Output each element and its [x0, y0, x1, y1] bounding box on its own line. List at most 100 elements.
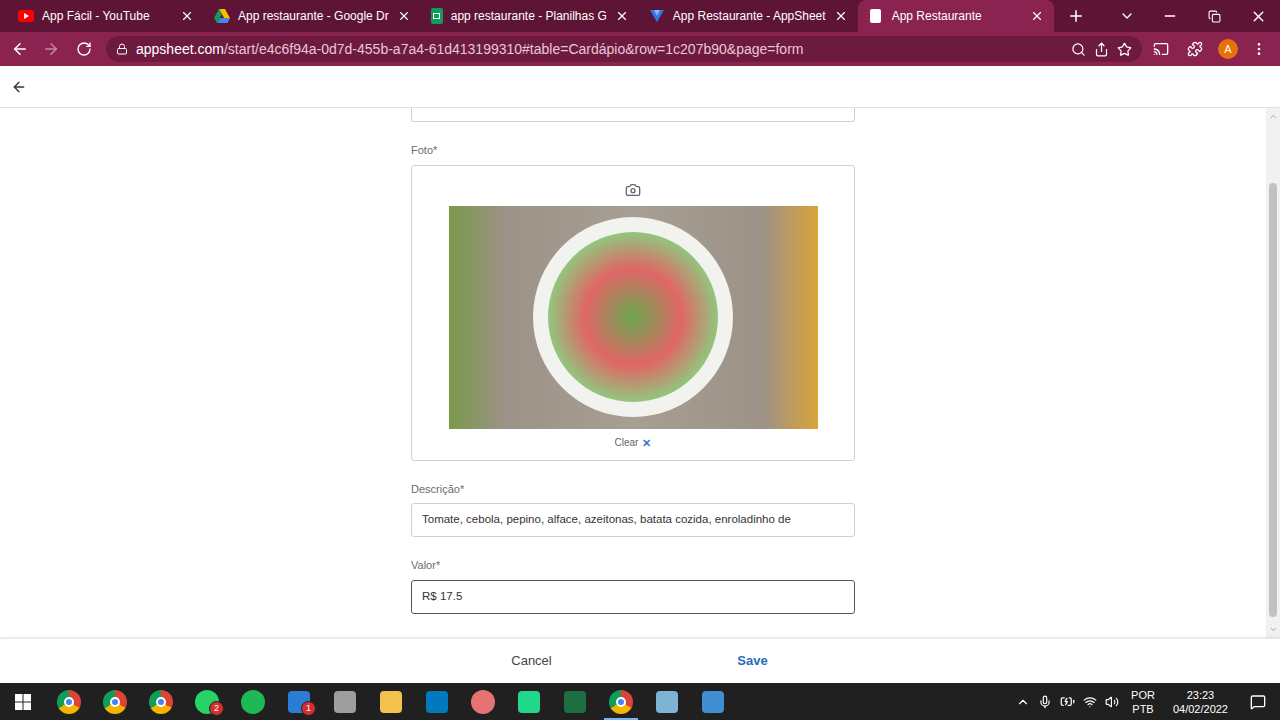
- field-value: R$ 17.5: [422, 588, 462, 605]
- drive-icon: [214, 8, 230, 24]
- badge: 2: [209, 701, 224, 716]
- tab-label: App restaurante - Google Dr: [238, 7, 389, 25]
- app-icon: [334, 691, 356, 713]
- field-input[interactable]: [411, 108, 855, 122]
- field-label: Descrição*: [411, 481, 855, 498]
- field-label: Valor*: [411, 557, 855, 574]
- minimize-button[interactable]: [1148, 8, 1192, 24]
- app-icon: [518, 691, 540, 713]
- taskbar-app[interactable]: [46, 683, 92, 720]
- lock-icon: [116, 43, 128, 55]
- taskbar-app[interactable]: [690, 683, 736, 720]
- sheets-icon: [431, 8, 443, 24]
- language-indicator[interactable]: PORPTB: [1127, 688, 1159, 716]
- tray-expand-icon[interactable]: [1016, 695, 1030, 709]
- close-icon[interactable]: [615, 9, 629, 23]
- extensions-icon[interactable]: [1187, 41, 1203, 57]
- app-header: [0, 66, 1280, 108]
- back-icon[interactable]: [11, 40, 29, 58]
- browser-tab[interactable]: App Restaurante - AppSheet: [639, 0, 858, 32]
- scrollbar[interactable]: [1266, 108, 1280, 638]
- browser-tab[interactable]: App restaurante - Google Dr: [204, 0, 421, 32]
- taskbar-app[interactable]: [322, 683, 368, 720]
- appsheet-icon: [649, 8, 665, 24]
- taskbar-app[interactable]: [92, 683, 138, 720]
- volume-icon[interactable]: [1105, 695, 1119, 709]
- url: appsheet.com/start/e4c6f94a-0d7d-455b-a7…: [136, 39, 1063, 60]
- restore-button[interactable]: [1192, 10, 1236, 23]
- reload-icon[interactable]: [76, 41, 92, 57]
- star-icon[interactable]: [1117, 42, 1132, 57]
- youtube-icon: [18, 10, 34, 22]
- browser-tab[interactable]: App Fácil - YouTube: [8, 0, 204, 32]
- taskbar-app[interactable]: 1: [276, 683, 322, 720]
- taskbar-app[interactable]: [644, 683, 690, 720]
- plus-icon: [1067, 7, 1085, 25]
- back-icon[interactable]: [11, 79, 27, 95]
- app-icon: [241, 690, 265, 714]
- tab-label: App Fácil - YouTube: [42, 7, 172, 25]
- taskbar-app[interactable]: [230, 683, 276, 720]
- browser-tab[interactable]: App Restaurante: [858, 0, 1054, 32]
- chrome-icon: [609, 690, 633, 714]
- taskbar-app[interactable]: [598, 683, 644, 720]
- taskbar-app[interactable]: 2: [184, 683, 230, 720]
- new-tab-button[interactable]: [1062, 0, 1090, 32]
- tab-search-button[interactable]: [1106, 8, 1148, 24]
- close-icon[interactable]: [834, 9, 848, 23]
- share-icon[interactable]: [1094, 42, 1109, 57]
- taskbar: 2 1 PORPTB 23:2304/02/2022: [0, 683, 1280, 720]
- close-icon[interactable]: [1030, 9, 1044, 23]
- taskbar-app[interactable]: [368, 683, 414, 720]
- field-input[interactable]: Tomate, cebola, pepino, alface, azeitona…: [411, 503, 855, 537]
- save-button[interactable]: Save: [642, 645, 863, 677]
- scroll-thumb[interactable]: [1269, 183, 1277, 617]
- profile-avatar[interactable]: A: [1218, 39, 1238, 59]
- tab-label: app restaurante - Planilhas G: [451, 7, 607, 25]
- chrome-icon: [57, 690, 81, 714]
- taskbar-app[interactable]: [552, 683, 598, 720]
- start-button[interactable]: [0, 683, 46, 720]
- zoom-icon[interactable]: [1071, 42, 1086, 57]
- active-indicator: [604, 718, 638, 720]
- field-value: Tomate, cebola, pepino, alface, azeitona…: [422, 511, 791, 528]
- close-icon[interactable]: [180, 9, 194, 23]
- app-icon: [471, 690, 495, 714]
- taskbar-app[interactable]: [138, 683, 184, 720]
- app-icon: [564, 691, 586, 713]
- address-bar[interactable]: appsheet.com/start/e4c6f94a-0d7d-455b-a7…: [106, 36, 1142, 62]
- wifi-icon[interactable]: [1083, 695, 1097, 709]
- content-area: Foto*Clear✕Descrição*Tomate, cebola, pep…: [0, 108, 1280, 638]
- field-input[interactable]: R$ 17.5: [411, 580, 855, 614]
- mic-icon[interactable]: [1038, 695, 1052, 709]
- form: Foto*Clear✕Descrição*Tomate, cebola, pep…: [411, 108, 855, 638]
- close-icon[interactable]: [397, 9, 411, 23]
- chevron-down-icon: [1119, 8, 1135, 24]
- camera-icon[interactable]: [625, 182, 641, 198]
- close-button[interactable]: [1236, 8, 1280, 25]
- restore-icon: [1208, 10, 1221, 23]
- cast-icon[interactable]: [1153, 41, 1169, 57]
- clock[interactable]: 23:2304/02/2022: [1167, 688, 1234, 716]
- notification-icon[interactable]: [1250, 694, 1266, 710]
- chrome-icon: [103, 690, 127, 714]
- app-icon: [702, 691, 724, 713]
- photo-box[interactable]: Clear✕: [411, 165, 855, 461]
- scroll-down-icon[interactable]: [1269, 625, 1278, 634]
- scroll-up-icon[interactable]: [1269, 112, 1278, 121]
- taskbar-app[interactable]: [414, 683, 460, 720]
- taskbar-app[interactable]: [460, 683, 506, 720]
- taskbar-app[interactable]: [506, 683, 552, 720]
- forward-icon[interactable]: [42, 40, 60, 58]
- tab-strip: App Fácil - YouTube App restaurante - Goo…: [0, 0, 1280, 32]
- badge: 1: [301, 701, 316, 716]
- menu-icon[interactable]: [1251, 41, 1267, 57]
- window-controls: [1106, 0, 1280, 32]
- clear-button[interactable]: Clear✕: [615, 435, 652, 452]
- browser-tab[interactable]: app restaurante - Planilhas G: [421, 0, 639, 32]
- cancel-button[interactable]: Cancel: [421, 645, 642, 677]
- screen: App Fácil - YouTube App restaurante - Goo…: [0, 0, 1280, 720]
- close-icon: [1250, 8, 1267, 25]
- battery-icon[interactable]: [1060, 694, 1075, 709]
- chrome-icon: [149, 690, 173, 714]
